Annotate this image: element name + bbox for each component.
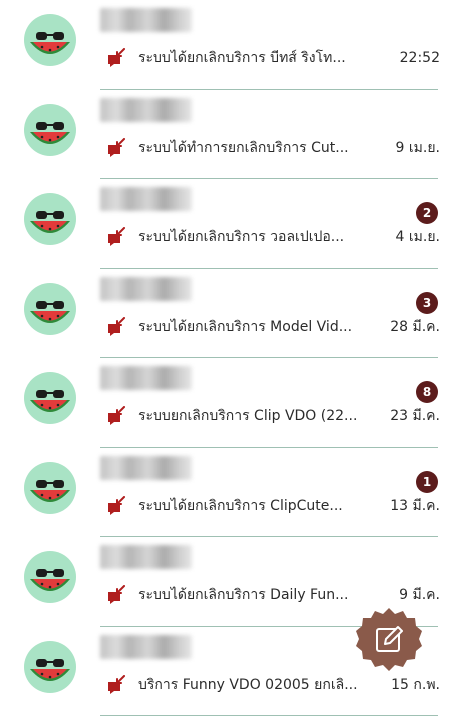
- chat-row[interactable]: ระบบได้ยกเลิกบริการ ClipCute... 13 มี.ค.1: [0, 448, 464, 538]
- message-time: 15 ก.พ.: [391, 674, 440, 696]
- message-preview: ระบบได้ยกเลิกบริการ Model Vid...: [138, 316, 374, 338]
- compose-button[interactable]: [354, 606, 424, 676]
- unread-badge: 8: [416, 381, 438, 403]
- compose-icon: [354, 606, 424, 676]
- contact-name-redacted: [100, 98, 192, 122]
- contact-name-redacted: [100, 187, 192, 211]
- message-icon: [106, 317, 126, 337]
- unread-badge: 3: [416, 292, 438, 314]
- message-time: 23 มี.ค.: [390, 405, 440, 427]
- contact-name-redacted: [100, 8, 192, 32]
- watermelon-sunglasses-icon[interactable]: [24, 551, 76, 603]
- watermelon-sunglasses-icon[interactable]: [24, 372, 76, 424]
- message-icon: [106, 496, 126, 516]
- watermelon-sunglasses-icon[interactable]: [24, 462, 76, 514]
- message-icon: [106, 138, 126, 158]
- message-icon: [106, 227, 126, 247]
- message-time: 4 เม.ย.: [396, 226, 440, 248]
- message-preview: ระบบยกเลิกบริการ Clip VDO (22...: [138, 405, 374, 427]
- message-time: 22:52: [400, 47, 440, 69]
- contact-name-redacted: [100, 366, 192, 390]
- message-preview: ระบบได้ทำการยกเลิกบริการ Cut...: [138, 137, 374, 159]
- chat-row[interactable]: ระบบได้ทำการยกเลิกบริการ Cut... 9 เม.ย.: [0, 90, 464, 180]
- message-icon: [106, 585, 126, 605]
- chat-row[interactable]: ระบบได้ยกเลิกบริการ บีทส์ ริงโท... 22:52: [0, 0, 464, 90]
- chat-row[interactable]: ระบบยกเลิกบริการ Clip VDO (22... 23 มี.ค.…: [0, 358, 464, 448]
- message-icon: [106, 406, 126, 426]
- message-icon: [106, 675, 126, 695]
- message-preview: ระบบได้ยกเลิกบริการ Daily Fun...: [138, 584, 374, 606]
- contact-name-redacted: [100, 277, 192, 301]
- contact-name-redacted: [100, 635, 192, 659]
- unread-badge: 2: [416, 202, 438, 224]
- message-time: 9 มี.ค.: [399, 584, 440, 606]
- watermelon-sunglasses-icon[interactable]: [24, 193, 76, 245]
- contact-name-redacted: [100, 456, 192, 480]
- watermelon-sunglasses-icon[interactable]: [24, 283, 76, 335]
- watermelon-sunglasses-icon[interactable]: [24, 14, 76, 66]
- unread-badge: 1: [416, 471, 438, 493]
- contact-name-redacted: [100, 545, 192, 569]
- message-icon: [106, 48, 126, 68]
- chat-row[interactable]: ระบบได้ยกเลิกบริการ วอลเปเปอ... 4 เม.ย.2: [0, 179, 464, 269]
- message-time: 28 มี.ค.: [390, 316, 440, 338]
- watermelon-sunglasses-icon[interactable]: [24, 641, 76, 693]
- chat-row[interactable]: ระบบได้ยกเลิกบริการ Model Vid... 28 มี.ค.…: [0, 269, 464, 359]
- watermelon-sunglasses-icon[interactable]: [24, 104, 76, 156]
- message-preview: ระบบได้ยกเลิกบริการ วอลเปเปอ...: [138, 226, 374, 248]
- message-time: 13 มี.ค.: [390, 495, 440, 517]
- message-time: 9 เม.ย.: [396, 137, 440, 159]
- message-preview: บริการ Funny VDO 02005 ยกเลิ...: [138, 674, 374, 696]
- message-preview: ระบบได้ยกเลิกบริการ บีทส์ ริงโท...: [138, 47, 374, 69]
- message-preview: ระบบได้ยกเลิกบริการ ClipCute...: [138, 495, 374, 517]
